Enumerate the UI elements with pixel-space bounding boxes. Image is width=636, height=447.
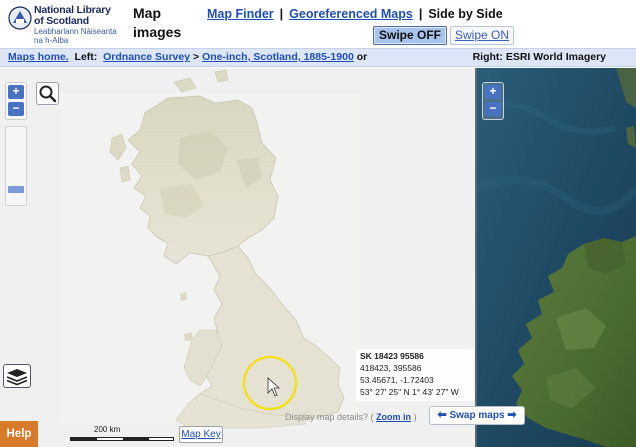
right-zoom-in-button[interactable]: + bbox=[485, 85, 501, 99]
app-title: Map images bbox=[133, 4, 181, 42]
scale-label: 200 km bbox=[94, 425, 121, 434]
layers-button[interactable] bbox=[3, 364, 31, 388]
swap-maps-label: Swap maps bbox=[449, 410, 505, 421]
lat-lon-dms: 53° 27' 25" N 1° 43' 27" W bbox=[360, 387, 459, 397]
maps-home-link[interactable]: Maps home. bbox=[8, 51, 69, 63]
scale-graphic bbox=[70, 437, 174, 441]
nav-map-finder[interactable]: Map Finder bbox=[207, 7, 274, 21]
grid-reference: SK 18423 95586 bbox=[360, 351, 424, 361]
easting-northing: 418423, 395586 bbox=[360, 363, 422, 373]
layers-icon bbox=[6, 369, 28, 386]
map-key-button[interactable]: Map Key bbox=[179, 426, 223, 443]
zoom-slider-track[interactable] bbox=[5, 126, 27, 206]
breadcrumb: Maps home. Left: Ordnance Survey > One-i… bbox=[8, 49, 367, 66]
app-title-line2: images bbox=[133, 24, 182, 40]
swap-maps-button[interactable]: ⬅ Swap maps ➡ bbox=[429, 406, 525, 425]
right-zoom-out-button[interactable]: − bbox=[485, 102, 501, 116]
logo-title-line2: of Scotland bbox=[34, 15, 89, 27]
breadcrumb-or: or bbox=[356, 51, 368, 63]
breadcrumb-bar: Maps home. Left: Ordnance Survey > One-i… bbox=[0, 48, 636, 67]
nav-side-by-side: Side by Side bbox=[428, 7, 503, 21]
breadcrumb-arrow: > bbox=[193, 51, 200, 63]
logo-gaelic-line2: na h-Alba bbox=[34, 35, 69, 45]
ordnance-survey-link[interactable]: Ordnance Survey bbox=[103, 51, 190, 63]
top-nav: Map Finder | Georeferenced Maps | Side by Si… bbox=[207, 7, 503, 21]
arrow-left-icon: ⬅ bbox=[437, 409, 447, 421]
map-divider bbox=[475, 68, 477, 447]
right-layer-label: Right: ESRI World Imagery bbox=[472, 51, 606, 63]
zoom-slider-thumb[interactable] bbox=[8, 186, 24, 193]
lat-lon-decimal: 53.45671, -1.72403 bbox=[360, 375, 434, 385]
arrow-right-icon: ➡ bbox=[507, 409, 517, 421]
scale-bar: 200 km bbox=[70, 425, 174, 442]
swipe-off-button[interactable]: Swipe OFF bbox=[373, 26, 447, 45]
right-map[interactable]: + − bbox=[476, 68, 636, 447]
swipe-on-button[interactable]: Swipe ON bbox=[450, 26, 514, 45]
left-zoom-in-button[interactable]: + bbox=[8, 85, 24, 99]
nav-georeferenced-maps[interactable]: Georeferenced Maps bbox=[289, 7, 413, 21]
nls-logo-mark-icon bbox=[8, 6, 32, 30]
logo-gaelic: Leabharlann Nàiseanta na h-Alba bbox=[34, 27, 117, 45]
page: National Library of Scotland Leabharlann… bbox=[0, 0, 636, 447]
details-prompt-text: Display map details? ( bbox=[285, 412, 374, 422]
help-button[interactable]: Help bbox=[0, 421, 38, 447]
map-search-button[interactable] bbox=[36, 82, 59, 105]
details-close-text: ) bbox=[413, 412, 417, 422]
left-prefix: Left: bbox=[74, 51, 98, 63]
nav-separator: | bbox=[418, 7, 423, 21]
series-link[interactable]: One-inch, Scotland, 1885-1900 bbox=[202, 51, 354, 63]
map-details-prompt: Display map details? ( Zoom in ) bbox=[285, 412, 417, 422]
left-map[interactable]: + − Help 200 km Map Key SK 18423 95586 4… bbox=[0, 68, 476, 447]
right-map-canvas bbox=[476, 68, 636, 447]
logo-title: National Library of Scotland bbox=[34, 5, 111, 27]
nls-logo[interactable]: National Library of Scotland Leabharlann… bbox=[8, 4, 118, 44]
left-zoom-out-button[interactable]: − bbox=[8, 102, 24, 116]
search-icon bbox=[39, 85, 57, 103]
zoom-in-link[interactable]: Zoom in bbox=[376, 412, 411, 422]
nav-separator: | bbox=[279, 7, 284, 21]
app-title-line1: Map bbox=[133, 5, 161, 21]
coordinates-panel: SK 18423 95586 418423, 395586 53.45671, … bbox=[356, 349, 474, 401]
header: National Library of Scotland Leabharlann… bbox=[0, 0, 636, 48]
